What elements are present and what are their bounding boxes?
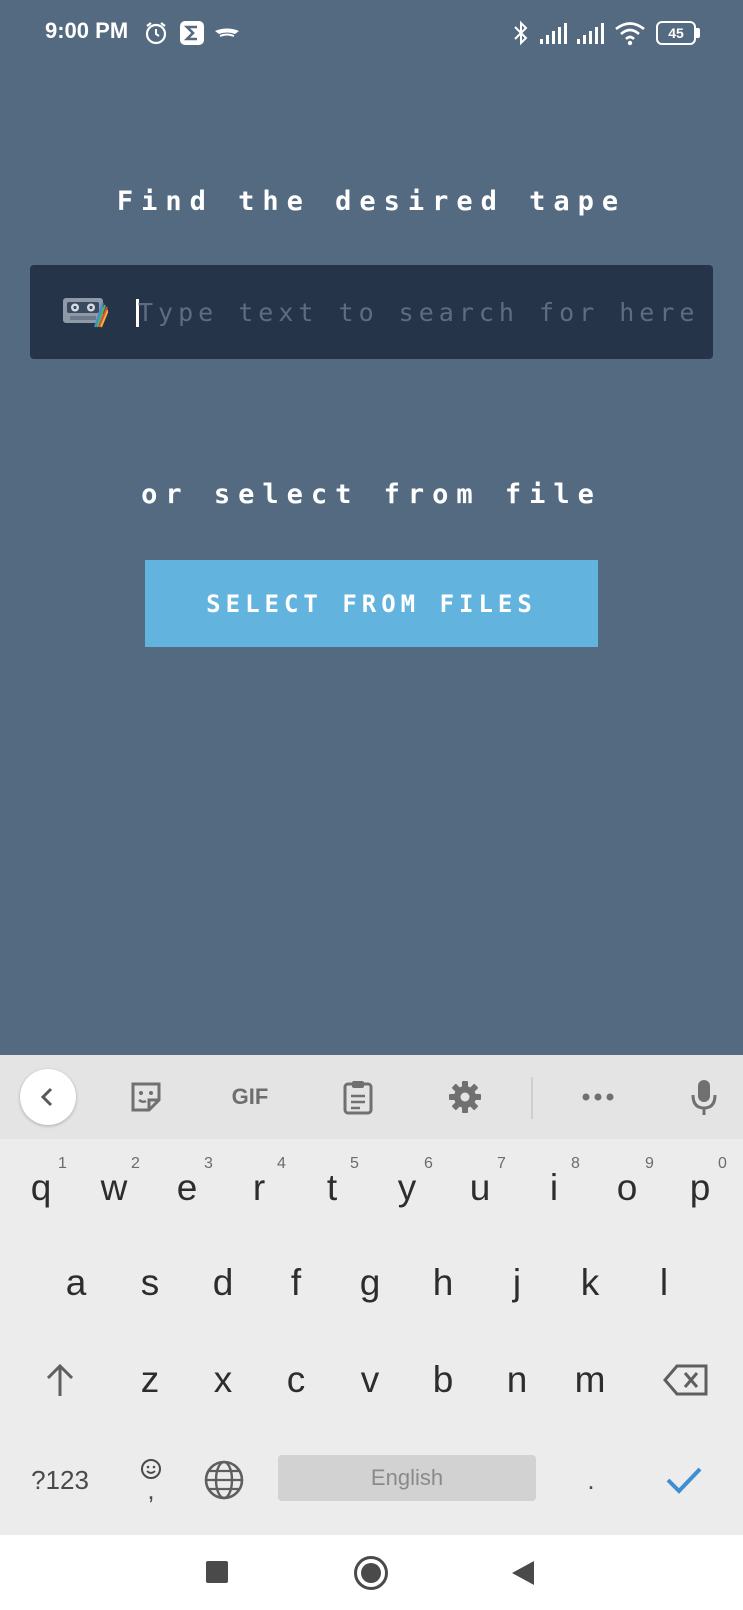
period-key[interactable]: . (566, 1455, 616, 1505)
status-time: 9:00 PM (45, 18, 129, 43)
signal-icon (540, 23, 567, 44)
key-d[interactable]: d (193, 1243, 253, 1323)
key-h[interactable]: h (413, 1243, 473, 1323)
key-hint: 5 (350, 1155, 359, 1172)
key-hint: 1 (58, 1155, 67, 1172)
backspace-key[interactable] (656, 1340, 716, 1420)
key-m[interactable]: m (560, 1340, 620, 1420)
key-hint: 0 (718, 1155, 727, 1172)
select-from-files-button[interactable]: SELECT FROM FILES (145, 560, 598, 647)
alarm-icon (145, 22, 167, 45)
key-v[interactable]: v (340, 1340, 400, 1420)
key-s[interactable]: s (120, 1243, 180, 1323)
enter-key[interactable] (660, 1455, 708, 1505)
mic-icon[interactable] (680, 1073, 728, 1121)
battery-icon: 45 (656, 21, 700, 45)
key-hint: 8 (571, 1155, 580, 1172)
globe-key[interactable] (200, 1455, 248, 1505)
key-hint: 4 (277, 1155, 286, 1172)
key-hint: 6 (424, 1155, 433, 1172)
status-bar: 9:00 PM 45 (0, 0, 743, 66)
key-x[interactable]: x (193, 1340, 253, 1420)
back-icon[interactable] (510, 1559, 536, 1587)
key-a[interactable]: a (46, 1243, 106, 1323)
gif-icon[interactable]: GIF (222, 1073, 278, 1121)
battery-level: 45 (668, 25, 684, 41)
vpn-icon (215, 28, 239, 37)
key-hint: 3 (204, 1155, 213, 1172)
keyboard-toolbar: GIF (0, 1055, 743, 1139)
backspace-icon (663, 1364, 708, 1396)
comma-label: , (147, 1475, 155, 1505)
key-j[interactable]: j (487, 1243, 547, 1323)
key-hint: 7 (497, 1155, 506, 1172)
shift-key[interactable] (30, 1340, 90, 1420)
key-hint: 2 (131, 1155, 140, 1172)
bluetooth-icon (514, 20, 528, 46)
toolbar-divider (531, 1077, 533, 1119)
app-content: Find the desired tape or select from fil… (0, 66, 743, 1055)
key-z[interactable]: z (120, 1340, 180, 1420)
or-heading: or select from file (141, 479, 602, 510)
sigma-app-icon (180, 21, 204, 45)
emoji-comma-key[interactable]: , (126, 1447, 176, 1511)
key-g[interactable]: g (340, 1243, 400, 1323)
clipboard-icon[interactable] (334, 1073, 382, 1121)
key-b[interactable]: b (413, 1340, 473, 1420)
keyboard: GIF q 1 w 2 e 3 r 4 t 5 y 6 u 7 i 8 o 9 … (0, 1055, 743, 1535)
key-n[interactable]: n (487, 1340, 547, 1420)
more-icon[interactable] (574, 1073, 622, 1121)
navigation-bar (0, 1535, 743, 1610)
globe-icon (204, 1460, 244, 1500)
key-f[interactable]: f (266, 1243, 326, 1323)
chevron-left-icon[interactable] (20, 1069, 76, 1125)
key-c[interactable]: c (266, 1340, 326, 1420)
sticker-icon[interactable] (122, 1073, 170, 1121)
search-input[interactable] (138, 291, 703, 333)
key-k[interactable]: k (560, 1243, 620, 1323)
gear-icon[interactable] (441, 1073, 489, 1121)
checkmark-icon (666, 1467, 702, 1494)
signal-icon (577, 23, 604, 44)
recents-icon[interactable] (206, 1561, 228, 1583)
shift-arrow-icon (46, 1363, 74, 1396)
tape-icon (63, 298, 108, 328)
symbols-key[interactable]: ?123 (20, 1455, 100, 1505)
find-heading: Find the desired tape (116, 186, 627, 217)
home-icon[interactable] (353, 1555, 389, 1591)
search-box[interactable] (30, 265, 713, 359)
space-key[interactable]: English (278, 1455, 536, 1501)
wifi-icon (615, 22, 645, 46)
key-hint: 9 (645, 1155, 654, 1172)
key-l[interactable]: l (634, 1243, 694, 1323)
